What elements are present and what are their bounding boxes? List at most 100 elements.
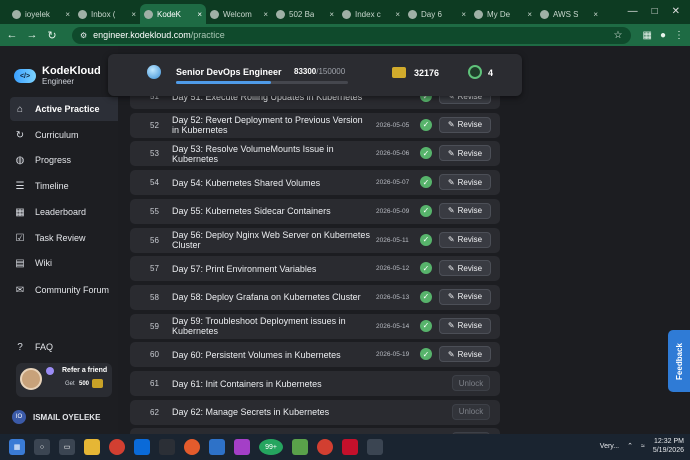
revise-label: Revise	[457, 177, 483, 187]
tray-arrow-icon[interactable]: ⌃	[627, 442, 633, 450]
task-title[interactable]: Day 54: Kubernetes Shared Volumes	[172, 178, 372, 188]
file-explorer-icon[interactable]	[84, 439, 100, 455]
whatsapp-icon[interactable]: 99+	[259, 439, 283, 455]
unlock-button[interactable]: Unlock	[452, 403, 490, 420]
task-row[interactable]: 54 Day 54: Kubernetes Shared Volumes 2026-…	[130, 170, 500, 196]
task-title[interactable]: Day 55: Kubernetes Sidecar Containers	[172, 206, 372, 216]
task-row[interactable]: 62 Day 62: Manage Secrets in Kubernetes Un…	[130, 399, 500, 425]
task-title[interactable]: Day 57: Print Environment Variables	[172, 264, 372, 274]
app-icon[interactable]	[159, 439, 175, 455]
sidebar-item-active-practice[interactable]: ⌂ Active Practice	[10, 97, 118, 121]
revise-button[interactable]: ✎ Revise	[439, 231, 491, 248]
search-icon[interactable]: ○	[34, 439, 50, 455]
task-title[interactable]: Day 56: Deploy Nginx Web Server on Kuber…	[172, 230, 372, 250]
task-title[interactable]: Day 61: Init Containers in Kubernetes	[172, 379, 372, 389]
tab-close-icon[interactable]: ×	[459, 10, 466, 19]
browser-tab[interactable]: ioyelek ×	[8, 4, 74, 24]
tab-close-icon[interactable]: ×	[261, 10, 268, 19]
wifi-icon[interactable]: ≈	[641, 443, 645, 450]
task-title[interactable]: Day 53: Resolve VolumeMounts Issue in Ku…	[172, 144, 372, 164]
revise-button[interactable]: ✎ Revise	[439, 317, 491, 334]
task-title[interactable]: Day 60: Persistent Volumes in Kubernetes	[172, 350, 372, 360]
level-progress-bar	[176, 81, 348, 84]
minimize-icon[interactable]: —	[628, 6, 638, 17]
forward-icon[interactable]: →	[26, 29, 38, 41]
tab-close-icon[interactable]: ×	[129, 10, 136, 19]
revise-button[interactable]: ✎ Revise	[439, 346, 491, 363]
task-title[interactable]: Day 58: Deploy Grafana on Kubernetes Clu…	[172, 292, 372, 302]
revise-button[interactable]: ✎ Revise	[439, 202, 491, 219]
profile-icon[interactable]: ●	[660, 30, 666, 41]
sidebar-item-curriculum[interactable]: ↻ Curriculum	[14, 123, 118, 147]
task-title[interactable]: Day 62: Manage Secrets in Kubernetes	[172, 407, 372, 417]
task-title[interactable]: Day 52: Revert Deployment to Previous Ve…	[172, 115, 372, 135]
netflix-icon[interactable]	[342, 439, 358, 455]
menu-icon[interactable]: ⋮	[674, 30, 684, 41]
revise-button[interactable]: ✎ Revise	[439, 260, 491, 277]
task-row[interactable]: 55 Day 55: Kubernetes Sidecar Containers 2…	[130, 198, 500, 224]
start-icon[interactable]: ▦	[9, 439, 25, 455]
chess-icon[interactable]	[292, 439, 308, 455]
settings-icon[interactable]	[367, 439, 383, 455]
task-view-icon[interactable]: ▭	[59, 439, 75, 455]
close-icon[interactable]: ✕	[672, 6, 680, 17]
revise-button[interactable]: ✎ Revise	[439, 145, 491, 162]
browser-tab[interactable]: Inbox (×	[74, 4, 140, 24]
revise-button[interactable]: ✎ Revise	[439, 174, 491, 191]
user-profile[interactable]: IO ISMAIL OYELEKE	[12, 410, 100, 424]
maximize-icon[interactable]: □	[652, 6, 658, 17]
clock[interactable]: 12:32 PM 5/19/2026	[653, 437, 684, 455]
sidebar-item-progress[interactable]: ◍ Progress	[14, 148, 118, 172]
address-bar[interactable]: ⚙ engineer.kodekloud.com/practice ☆	[72, 26, 631, 44]
task-number: 56	[150, 235, 159, 245]
tab-close-icon[interactable]: ×	[63, 10, 70, 19]
tab-close-icon[interactable]: ×	[327, 10, 334, 19]
browser-tab[interactable]: My De ×	[470, 4, 536, 24]
refer-a-friend-card[interactable]: Refer a friend Get 500	[16, 363, 112, 397]
task-row[interactable]: 57 Day 57: Print Environment Variables 202…	[130, 256, 500, 282]
site-info-icon[interactable]: ⚙	[80, 31, 87, 40]
browser-tab[interactable]: KodeK ×	[140, 4, 206, 24]
sidebar-item-label: Timeline	[35, 181, 69, 191]
task-row[interactable]: 52 Day 52: Revert Deployment to Previous …	[130, 112, 500, 138]
sidebar-item-community-forum[interactable]: ✉ Community Forum	[14, 278, 118, 302]
brave-icon[interactable]	[184, 439, 200, 455]
reload-icon[interactable]: ↻	[46, 29, 58, 42]
tab-close-icon[interactable]: ×	[591, 10, 598, 19]
browser-tab[interactable]: Welcom ×	[206, 4, 272, 24]
feedback-button[interactable]: Feedback	[668, 330, 690, 392]
browser-tab[interactable]: AWS S ×	[536, 4, 602, 24]
extensions-icon[interactable]: ▦	[643, 30, 652, 41]
browser-tab[interactable]: Day 6 ×	[404, 4, 470, 24]
unlock-button[interactable]: Unlock	[452, 375, 490, 391]
sidebar-item-wiki[interactable]: ▤ Wiki	[14, 251, 118, 275]
tab-close-icon[interactable]: ×	[525, 10, 532, 19]
sidebar-item-timeline[interactable]: ☰ Timeline	[14, 174, 118, 198]
task-row[interactable]: 59 Day 59: Troubleshoot Deployment issues…	[130, 313, 500, 339]
kodekloud-logo[interactable]: </> KodeKloud Engineer	[14, 66, 101, 86]
browser-tab[interactable]: 502 Ba ×	[272, 4, 338, 24]
tab-close-icon[interactable]: ×	[195, 10, 202, 19]
task-row[interactable]: 56 Day 56: Deploy Nginx Web Server on Kub…	[130, 227, 500, 253]
tab-close-icon[interactable]: ×	[393, 10, 400, 19]
task-title[interactable]: Day 59: Troubleshoot Deployment issues i…	[172, 316, 372, 336]
edge-icon[interactable]	[209, 439, 225, 455]
task-row[interactable]: 60 Day 60: Persistent Volumes in Kubernet…	[130, 342, 500, 368]
task-row[interactable]: 53 Day 53: Resolve VolumeMounts Issue in …	[130, 141, 500, 167]
vscode-icon[interactable]	[134, 439, 150, 455]
chrome-icon[interactable]	[109, 439, 125, 455]
sidebar-item-task-review[interactable]: ☑ Task Review	[14, 226, 118, 250]
tab-title: Index c	[355, 9, 381, 19]
back-icon[interactable]: ←	[6, 29, 18, 41]
visual-studio-icon[interactable]	[234, 439, 250, 455]
task-row[interactable]: 58 Day 58: Deploy Grafana on Kubernetes C…	[130, 284, 500, 310]
revise-button[interactable]: ✎ Revise	[439, 288, 491, 305]
browser-tab[interactable]: Index c ×	[338, 4, 404, 24]
revise-button[interactable]: ✎ Revise	[439, 116, 491, 133]
weather-text[interactable]: Very...	[600, 443, 619, 450]
sidebar-item-leaderboard[interactable]: ▦ Leaderboard	[14, 200, 118, 224]
task-row[interactable]: 61 Day 61: Init Containers in Kubernetes U…	[130, 371, 500, 396]
chrome-profile-icon[interactable]	[317, 439, 333, 455]
sidebar-item-faq[interactable]: ? FAQ	[14, 335, 118, 359]
bookmark-star-icon[interactable]: ☆	[614, 30, 623, 41]
